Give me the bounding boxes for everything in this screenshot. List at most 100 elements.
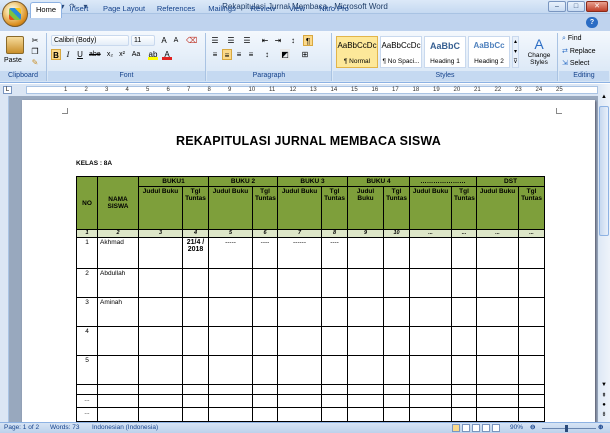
row-cell[interactable] <box>476 297 520 327</box>
row-cell[interactable] <box>347 326 385 356</box>
style-heading-2[interactable]: AaBbCc Heading 2 <box>468 36 510 68</box>
row-cell[interactable] <box>277 407 323 422</box>
help-icon[interactable]: ? <box>586 17 598 28</box>
row-cell[interactable] <box>518 326 546 356</box>
row-cell[interactable] <box>321 394 349 408</box>
row-cell[interactable] <box>208 268 253 298</box>
row-cell[interactable] <box>321 297 349 327</box>
font-size-select[interactable]: 11 <box>131 35 155 46</box>
row-cell[interactable] <box>251 394 279 408</box>
table-row[interactable]: 4 <box>76 326 546 356</box>
row-cell[interactable] <box>138 268 183 298</box>
row-cell[interactable] <box>347 355 385 385</box>
row-nama[interactable] <box>97 407 139 422</box>
row-cell[interactable] <box>321 326 349 356</box>
select-browse-object-icon[interactable]: ● <box>599 402 609 410</box>
row-cell[interactable] <box>208 355 253 385</box>
grow-font-icon[interactable]: A <box>159 35 169 46</box>
scroll-thumb[interactable] <box>599 106 609 236</box>
scroll-down-icon[interactable]: ▼ <box>599 382 609 390</box>
row-cell[interactable] <box>138 384 183 395</box>
zoom-out-icon[interactable]: ⊖ <box>530 423 535 433</box>
draft-icon[interactable] <box>492 424 500 432</box>
row-cell[interactable] <box>138 355 183 385</box>
journal-table[interactable]: NO NAMA SISWA BUKU1 BUKU 2 BUKU 3 BUKU 4… <box>76 176 546 422</box>
select-button[interactable]: ⇲ Select <box>562 59 589 67</box>
style-no-spacing[interactable]: AaBbCcDc ¶ No Spaci... <box>380 36 422 68</box>
align-center-icon[interactable]: ≡ <box>222 49 232 60</box>
print-layout-icon[interactable] <box>452 424 460 432</box>
row-cell[interactable] <box>277 326 323 356</box>
tab-page-layout[interactable]: Page Layout <box>100 2 148 17</box>
zoom-slider-thumb[interactable] <box>565 425 568 432</box>
format-painter-icon[interactable]: ✎ <box>30 57 40 68</box>
row-nama[interactable] <box>97 384 139 395</box>
row-cell[interactable] <box>518 268 546 298</box>
row-cell[interactable] <box>476 407 520 422</box>
row-cell[interactable] <box>138 297 183 327</box>
multilevel-list-icon[interactable]: ☰ <box>242 35 252 46</box>
row-cell[interactable] <box>518 355 546 385</box>
row-cell[interactable] <box>347 237 385 269</box>
style-normal[interactable]: AaBbCcDc ¶ Normal <box>336 36 378 68</box>
show-marks-icon[interactable]: ¶ <box>303 35 313 46</box>
row-cell[interactable] <box>476 326 520 356</box>
scroll-up-icon[interactable]: ▲ <box>599 94 609 102</box>
status-page[interactable]: Page: 1 of 2 <box>4 423 39 433</box>
paste-button[interactable]: Paste <box>4 57 22 64</box>
replace-button[interactable]: ⇄ Replace <box>562 47 596 55</box>
align-right-icon[interactable]: ≡ <box>234 49 244 60</box>
numbering-icon[interactable]: ☰ <box>226 35 236 46</box>
row-cell[interactable] <box>182 384 209 395</box>
vertical-scrollbar[interactable]: ▲ ▼ ⇞ ● ⇟ <box>598 84 610 422</box>
row-cell[interactable] <box>347 384 385 395</box>
row-cell[interactable] <box>518 237 546 269</box>
row-cell[interactable] <box>347 297 385 327</box>
table-row[interactable]: 2 Abdullah <box>76 268 546 298</box>
row-cell[interactable] <box>277 268 323 298</box>
row-cell[interactable] <box>251 297 279 327</box>
row-cell[interactable] <box>451 407 478 422</box>
row-cell[interactable] <box>518 407 546 422</box>
row-cell[interactable] <box>321 407 349 422</box>
cut-icon[interactable]: ✂ <box>30 35 40 46</box>
zoom-slider[interactable] <box>542 428 596 429</box>
row-cell-tgl[interactable]: 21/4 / 2018 <box>182 237 209 269</box>
row-cell[interactable] <box>251 268 279 298</box>
next-page-icon[interactable]: ⇟ <box>599 411 609 419</box>
row-cell[interactable] <box>138 407 183 422</box>
row-nama[interactable]: Aminah <box>97 297 139 327</box>
row-cell[interactable] <box>251 326 279 356</box>
row-cell[interactable] <box>347 268 385 298</box>
minimize-button[interactable]: – <box>548 1 566 12</box>
row-cell[interactable] <box>518 394 546 408</box>
row-cell[interactable] <box>476 394 520 408</box>
table-row[interactable] <box>76 384 546 395</box>
row-cell[interactable] <box>476 268 520 298</box>
row-nama[interactable] <box>97 326 139 356</box>
row-nama[interactable]: Abdullah <box>97 268 139 298</box>
row-cell[interactable] <box>383 297 411 327</box>
align-left-icon[interactable]: ≡ <box>210 49 220 60</box>
clear-formatting-icon[interactable]: ⌫ <box>186 35 197 46</box>
tab-view[interactable]: View <box>284 2 310 17</box>
row-cell[interactable] <box>451 268 478 298</box>
tab-references[interactable]: References <box>154 2 198 17</box>
styles-scroll[interactable]: ▴ ▾ ⊽ <box>512 36 519 68</box>
row-cell[interactable] <box>409 384 453 395</box>
tab-home[interactable]: Home <box>30 2 62 18</box>
row-cell[interactable] <box>182 407 209 422</box>
status-words[interactable]: Words: 73 <box>50 423 80 433</box>
row-cell[interactable] <box>451 326 478 356</box>
row-cell[interactable] <box>451 394 478 408</box>
italic-icon[interactable]: I <box>63 49 73 60</box>
row-cell[interactable] <box>383 326 411 356</box>
paste-icon[interactable] <box>6 36 24 54</box>
zoom-level[interactable]: 90% <box>510 423 523 433</box>
table-row[interactable]: 3 Aminah <box>76 297 546 327</box>
vertical-ruler[interactable] <box>0 96 9 422</box>
row-cell[interactable] <box>277 394 323 408</box>
row-cell[interactable] <box>277 355 323 385</box>
justify-icon[interactable]: ≡ <box>246 49 256 60</box>
font-color-icon[interactable]: A <box>162 49 172 60</box>
